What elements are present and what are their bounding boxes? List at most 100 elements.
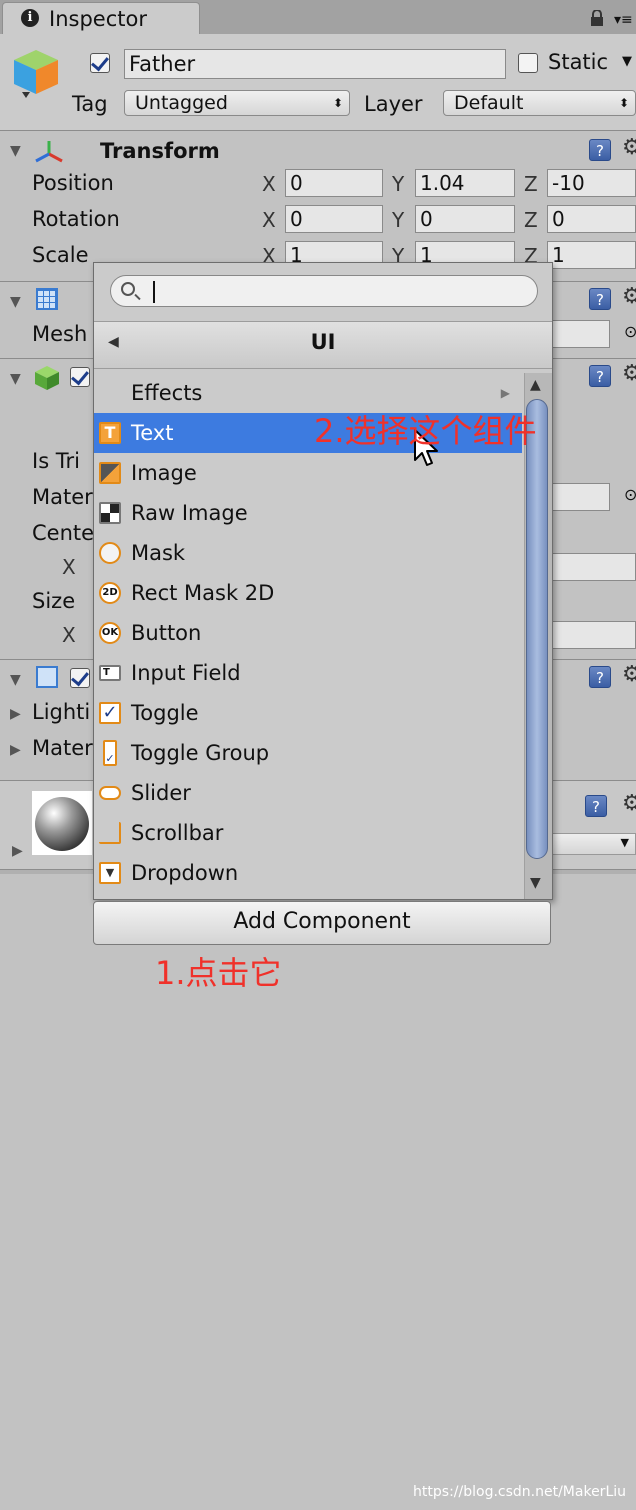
gear-icon[interactable]: ⚙ xyxy=(622,791,636,816)
annotation-step2: 2.选择这个组件 xyxy=(314,412,537,450)
watermark: https://blog.csdn.net/MakerLiu xyxy=(413,1484,626,1500)
foldout-arrow-icon[interactable]: ▼ xyxy=(10,672,21,688)
list-item-label: Toggle xyxy=(131,701,199,725)
position-z-field[interactable]: -10 xyxy=(547,169,636,197)
gameobject-header: Father Static ▼ Tag Untagged ⬍ Layer Def… xyxy=(0,34,636,131)
toggle-icon: ✓ xyxy=(99,702,121,724)
transform-title: Transform xyxy=(100,139,220,163)
collider-cube-icon xyxy=(35,366,59,390)
list-item-raw-image[interactable]: Raw Image xyxy=(94,493,522,533)
help-icon[interactable]: ? xyxy=(589,288,611,310)
list-item-input-field[interactable]: T Input Field xyxy=(94,653,522,693)
object-picker-icon[interactable]: ⊙ xyxy=(624,485,636,504)
image-icon xyxy=(99,462,121,484)
layer-dropdown[interactable]: Default ⬍ xyxy=(443,90,636,116)
button-icon: OK xyxy=(99,622,121,644)
lighting-foldout-icon[interactable]: ▶ xyxy=(10,706,21,722)
list-item-mask[interactable]: Mask xyxy=(94,533,522,573)
scroll-down-arrow-icon[interactable]: ▼ xyxy=(530,875,541,891)
inspector-tab[interactable]: i Inspector xyxy=(2,2,200,35)
static-checkbox[interactable] xyxy=(518,53,538,73)
list-item-label: Input Field xyxy=(131,661,241,685)
list-item-label: Mask xyxy=(131,541,186,565)
list-item-label: Raw Image xyxy=(131,501,248,525)
transform-component: ▼ Transform ? ⚙ Position X 0 Y 1.04 Z -1… xyxy=(0,131,636,282)
list-item-slider[interactable]: Slider xyxy=(94,773,522,813)
axis-x-label: X xyxy=(262,172,276,196)
list-item-label: Button xyxy=(131,621,202,645)
position-y-field[interactable]: 1.04 xyxy=(415,169,515,197)
context-menu-icon[interactable]: ▾≡ xyxy=(614,12,633,28)
inspector-tab-strip: i Inspector ▾≡ xyxy=(0,0,636,35)
list-item-label: Rect Mask 2D xyxy=(131,581,275,605)
size-x-label: X xyxy=(62,623,76,647)
list-item-label: Scrollbar xyxy=(131,821,224,845)
category-header[interactable]: ◀ UI xyxy=(94,321,552,369)
scrollbar-thumb[interactable] xyxy=(526,399,548,859)
layer-value: Default xyxy=(454,92,524,114)
active-checkbox[interactable] xyxy=(90,53,110,73)
material-thumbnail xyxy=(32,791,92,855)
mesh-icon xyxy=(36,288,58,310)
foldout-arrow-icon[interactable]: ▼ xyxy=(10,143,21,159)
axis-y-label: Y xyxy=(392,172,405,196)
add-component-button[interactable]: Add Component xyxy=(93,901,551,945)
list-item-dropdown[interactable]: ▼ Dropdown xyxy=(94,853,522,893)
center-label: Cente xyxy=(32,521,95,545)
rotation-y-field[interactable]: 0 xyxy=(415,205,515,233)
list-item-scrollbar[interactable]: Scrollbar xyxy=(94,813,522,853)
materials-foldout-icon[interactable]: ▶ xyxy=(10,742,21,758)
size-label: Size xyxy=(32,589,76,613)
scroll-up-arrow-icon[interactable]: ▲ xyxy=(530,377,541,393)
help-icon[interactable]: ? xyxy=(589,139,611,161)
raw-image-icon xyxy=(99,502,121,524)
object-picker-icon[interactable]: ⊙ xyxy=(624,322,636,341)
foldout-arrow-icon[interactable]: ▼ xyxy=(10,371,21,387)
list-item-rect-mask-2d[interactable]: 2D Rect Mask 2D xyxy=(94,573,522,613)
help-icon[interactable]: ? xyxy=(589,666,611,688)
list-item-image[interactable]: Image xyxy=(94,453,522,493)
list-item-toggle[interactable]: ✓ Toggle xyxy=(94,693,522,733)
position-x-field[interactable]: 0 xyxy=(285,169,383,197)
gear-icon[interactable]: ⚙ xyxy=(622,135,636,160)
list-item-toggle-group[interactable]: ✓ Toggle Group xyxy=(94,733,522,773)
rotation-x-field[interactable]: 0 xyxy=(285,205,383,233)
text-caret xyxy=(153,281,155,303)
inspector-tab-label: Inspector xyxy=(49,7,147,31)
gear-icon[interactable]: ⚙ xyxy=(622,361,636,386)
list-item-label: Text xyxy=(131,421,174,445)
lock-icon[interactable] xyxy=(590,10,604,26)
name-field[interactable]: Father xyxy=(124,49,506,79)
rect-mask-2d-icon: 2D xyxy=(99,582,121,604)
collider-enabled-checkbox[interactable] xyxy=(70,367,90,387)
help-icon[interactable]: ? xyxy=(585,795,607,817)
axis-x-label: X xyxy=(262,208,276,232)
rotation-z-field[interactable]: 0 xyxy=(547,205,636,233)
help-icon[interactable]: ? xyxy=(589,365,611,387)
renderer-enabled-checkbox[interactable] xyxy=(70,668,90,688)
list-item-button[interactable]: OK Button xyxy=(94,613,522,653)
material-label: Mater xyxy=(32,485,93,509)
tag-value: Untagged xyxy=(135,92,228,114)
static-dropdown-icon[interactable]: ▼ xyxy=(622,54,632,69)
gear-icon[interactable]: ⚙ xyxy=(622,662,636,687)
tag-dropdown[interactable]: Untagged ⬍ xyxy=(124,90,350,116)
center-x-label: X xyxy=(62,555,76,579)
axis-z-label: Z xyxy=(524,172,538,196)
annotation-step1: 1.点击它 xyxy=(155,954,282,992)
slider-icon xyxy=(99,786,121,800)
gameobject-cube-icon xyxy=(14,50,58,98)
dropdown-arrows-icon: ⬍ xyxy=(618,96,629,110)
lighting-label: Lighti xyxy=(32,700,91,724)
axis-z-label: Z xyxy=(524,208,538,232)
search-input[interactable] xyxy=(110,275,538,307)
foldout-arrow-icon[interactable]: ▼ xyxy=(10,294,21,310)
layer-label: Layer xyxy=(364,92,423,116)
scale-z-field[interactable]: 1 xyxy=(547,241,636,269)
rotation-label: Rotation xyxy=(32,207,120,231)
size-z-field[interactable] xyxy=(540,621,636,649)
gear-icon[interactable]: ⚙ xyxy=(622,284,636,309)
material-foldout-icon[interactable]: ▶ xyxy=(12,843,23,859)
center-z-field[interactable] xyxy=(540,553,636,581)
shader-dropdown[interactable]: ▼ xyxy=(540,833,636,855)
